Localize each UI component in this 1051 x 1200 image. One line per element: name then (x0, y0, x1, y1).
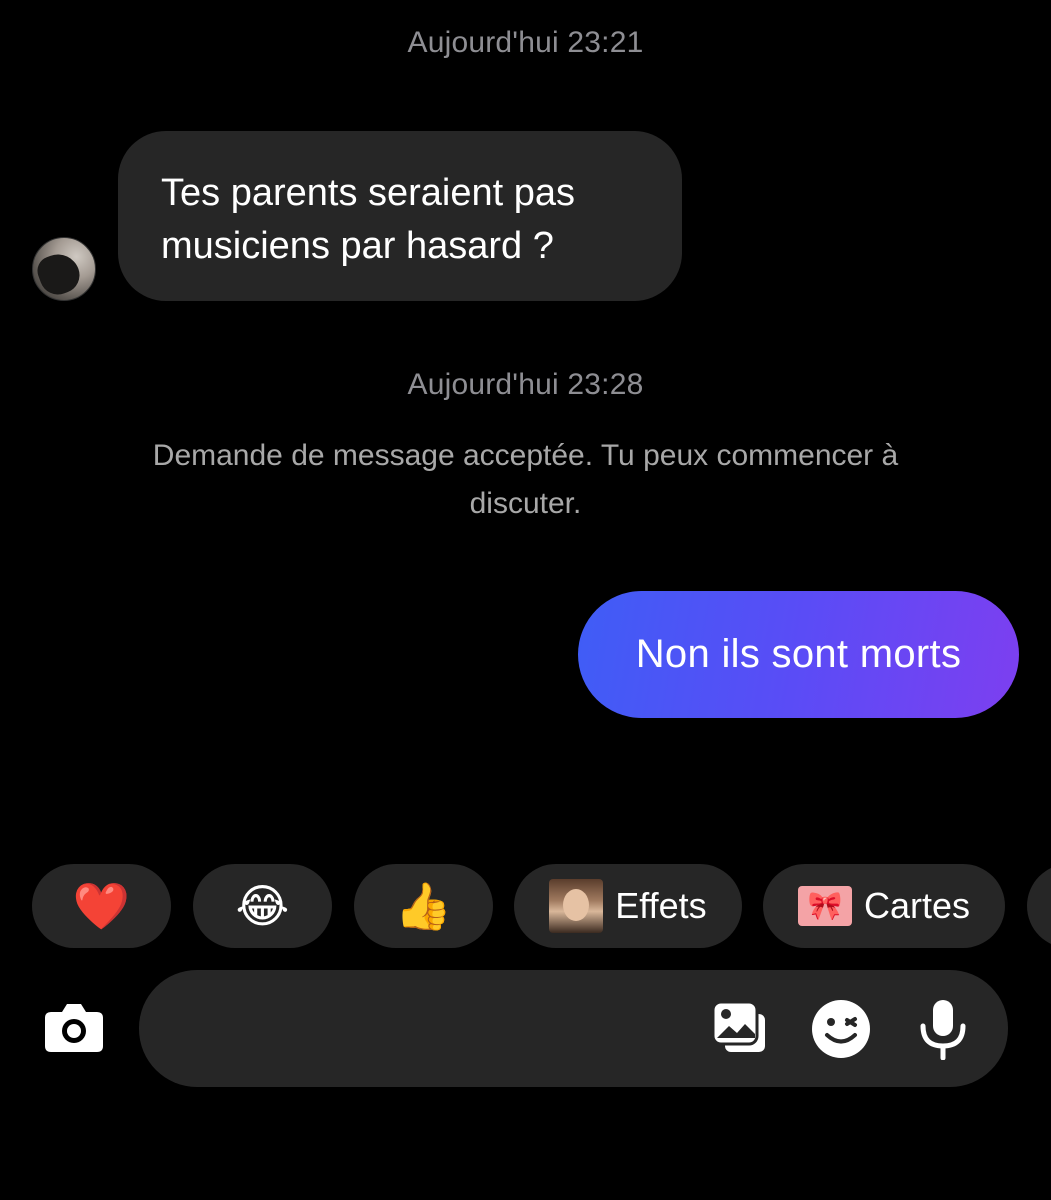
microphone-icon (920, 1000, 966, 1061)
sticker-icon (812, 1000, 870, 1058)
cards-label: Cartes (863, 885, 971, 926)
camera-button[interactable] (43, 998, 105, 1056)
message-input[interactable] (179, 1000, 699, 1056)
gallery-icon (711, 1000, 769, 1056)
effects-label: Effets (615, 885, 707, 926)
effects-button[interactable]: Effets (514, 864, 742, 948)
camera-icon (45, 1004, 103, 1052)
quick-reaction-thumbs-up-button[interactable]: 👍 (354, 864, 493, 948)
microphone-button[interactable] (911, 998, 975, 1061)
quick-reaction-laugh-button[interactable]: 😂 (193, 864, 332, 948)
timestamp: Aujourd'hui 23:21 (407, 26, 644, 59)
timestamp: Aujourd'hui 23:28 (407, 368, 644, 401)
gallery-button[interactable] (709, 998, 773, 1060)
thumbs-up-icon: 👍 (394, 880, 453, 932)
sticker-button[interactable] (809, 998, 873, 1060)
quick-reaction-heart-button[interactable]: ❤️ (32, 864, 171, 948)
cards-button[interactable]: 🎀 Cartes (763, 864, 1005, 948)
effects-thumbnail-icon (549, 879, 604, 933)
avatar[interactable] (32, 237, 96, 301)
gift-card-icon: 🎀 (797, 886, 852, 926)
chat-screen: Aujourd'hui 23:21 Tes parents seraient p… (0, 0, 1051, 1200)
laughing-emoji-icon: 😂 (235, 880, 290, 932)
incoming-message-bubble[interactable]: Tes parents seraient pas musiciens par h… (118, 131, 682, 301)
more-chip-button[interactable] (1027, 864, 1051, 948)
outgoing-message-bubble[interactable]: Non ils sont morts (578, 591, 1019, 718)
message-composer (139, 970, 1008, 1087)
system-message: Demande de message acceptée. Tu peux com… (152, 439, 899, 520)
heart-icon: ❤️ (72, 880, 131, 932)
